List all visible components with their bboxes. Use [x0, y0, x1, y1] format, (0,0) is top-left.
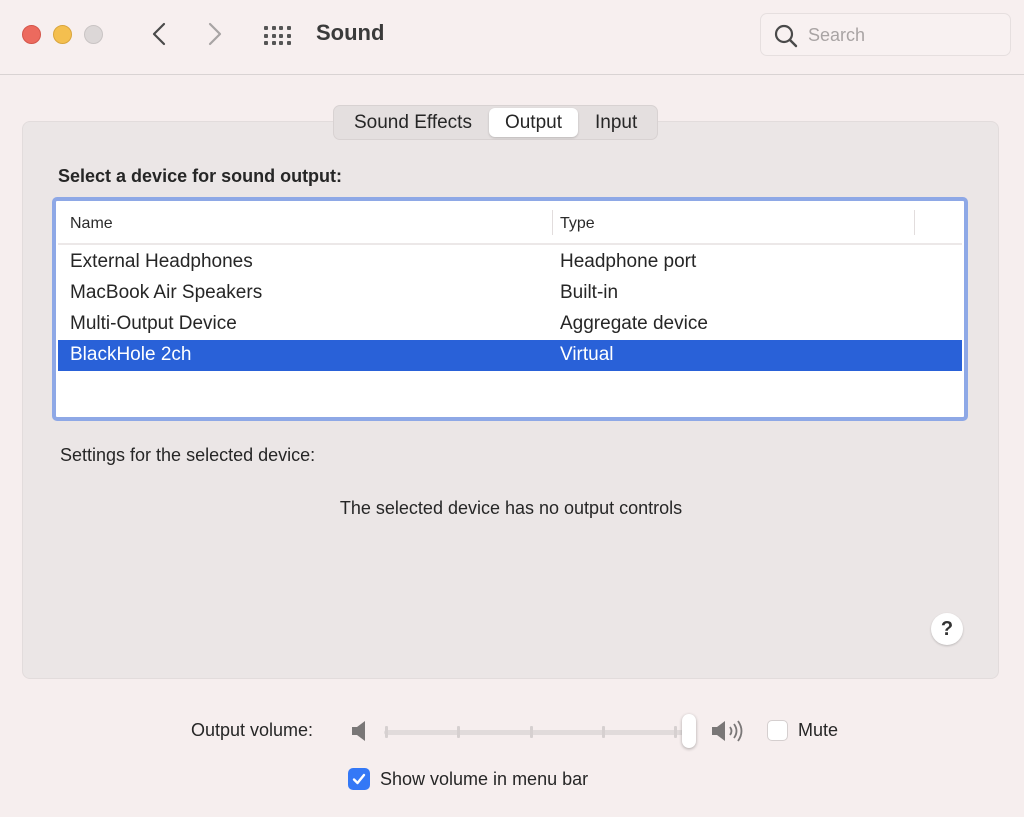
search-icon [774, 24, 798, 48]
speaker-low-icon [352, 721, 365, 741]
device-name: BlackHole 2ch [70, 344, 192, 365]
forward-button[interactable] [200, 19, 230, 49]
tab-input[interactable]: Input [578, 108, 654, 137]
title-bar: Sound [0, 0, 1024, 75]
device-type: Headphone port [560, 251, 697, 272]
device-type: Aggregate device [560, 313, 708, 334]
table-row[interactable]: External Headphones Headphone port [58, 247, 962, 278]
table-row[interactable]: Multi-Output Device Aggregate device [58, 309, 962, 340]
no-controls-message: The selected device has no output contro… [339, 498, 683, 518]
device-type: Virtual [560, 344, 614, 365]
show-volume-in-menu-bar-checkbox[interactable] [348, 768, 370, 790]
output-volume-slider[interactable] [384, 714, 696, 750]
device-name: Multi-Output Device [70, 313, 237, 334]
device-type: Built-in [560, 282, 619, 303]
window-title: Sound [316, 20, 385, 45]
no-controls-message-container: The selected device has no output contro… [0, 498, 1024, 519]
grid-dot [264, 26, 268, 30]
slider-tick [457, 726, 461, 738]
grid-dot [279, 41, 283, 45]
slider-tick [601, 726, 605, 738]
grid-dot [286, 33, 291, 38]
device-section-label: Select a device for sound output: [58, 166, 343, 186]
column-header-name[interactable]: Name [70, 215, 113, 233]
output-volume-label: Output volume: [191, 720, 314, 740]
column-divider[interactable] [552, 210, 553, 235]
device-name: MacBook Air Speakers [70, 282, 263, 303]
grid-dot [286, 26, 291, 30]
checkmark-icon [352, 773, 366, 785]
device-name: External Headphones [70, 251, 253, 272]
search-field[interactable] [760, 13, 1011, 56]
close-window-button[interactable] [22, 25, 41, 44]
mute-checkbox[interactable] [767, 720, 788, 741]
zoom-window-button[interactable] [84, 25, 103, 44]
slider-tick [674, 726, 678, 738]
tab-bar: Sound Effects Output Input [333, 105, 659, 140]
tab-output[interactable]: Output [488, 108, 578, 137]
grid-dot [264, 41, 268, 45]
mute-label[interactable]: Mute [798, 720, 838, 741]
settings-label: Settings for the selected device: [60, 445, 316, 465]
slider-tick [529, 726, 533, 738]
search-input[interactable] [808, 22, 998, 48]
grid-dot [286, 41, 291, 45]
back-button[interactable] [144, 19, 174, 49]
grid-dot [271, 41, 276, 45]
column-divider[interactable] [914, 210, 915, 235]
show-volume-in-menu-bar-label[interactable]: Show volume in menu bar [380, 769, 588, 790]
slider-knob[interactable] [682, 714, 696, 748]
chevron-right-icon [208, 22, 222, 46]
slider-tick [385, 726, 388, 738]
table-header: Name Type [58, 203, 962, 245]
chevron-left-icon [152, 22, 166, 46]
grid-dot [279, 26, 283, 30]
grid-dot [279, 33, 283, 38]
column-header-type[interactable]: Type [560, 215, 595, 233]
table-row-selected[interactable]: BlackHole 2ch Virtual [58, 340, 962, 371]
slider-track [384, 730, 686, 735]
speaker-high-icon [712, 720, 743, 742]
show-all-button[interactable] [264, 24, 294, 46]
grid-dot [271, 33, 276, 38]
grid-dot [271, 26, 276, 30]
grid-dot [264, 33, 268, 38]
tab-sound-effects[interactable]: Sound Effects [337, 108, 489, 137]
help-button[interactable]: ? [931, 613, 963, 645]
table-row[interactable]: MacBook Air Speakers Built-in [58, 278, 962, 309]
device-table[interactable]: Name Type External Headphones Headphone … [52, 197, 968, 421]
minimize-window-button[interactable] [53, 25, 72, 44]
